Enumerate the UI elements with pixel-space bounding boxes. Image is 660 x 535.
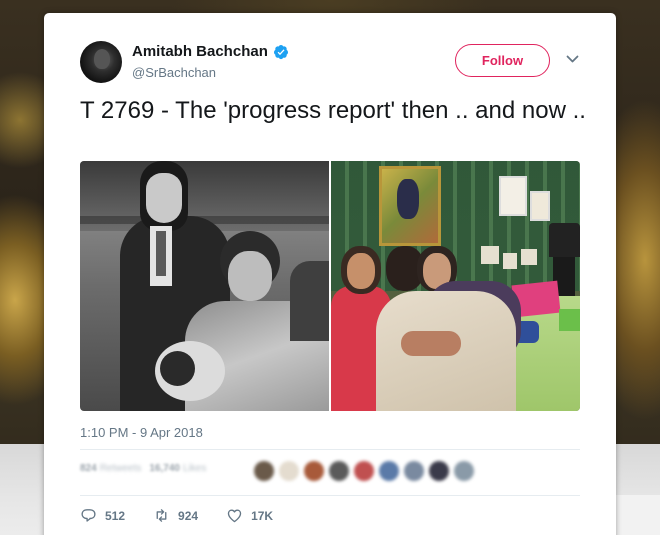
photo-element xyxy=(481,246,499,264)
photo-element xyxy=(530,191,550,221)
liker-avatar[interactable] xyxy=(254,461,274,481)
divider xyxy=(80,495,580,496)
tweet-card: Amitabh Bachchan @SrBachchan Follow T 27… xyxy=(44,13,616,535)
liker-avatar[interactable] xyxy=(429,461,449,481)
like-icon xyxy=(227,509,242,523)
photo-element xyxy=(559,309,580,331)
retweet-count: 924 xyxy=(178,508,199,523)
liker-avatar[interactable] xyxy=(304,461,324,481)
photo-element xyxy=(290,261,329,341)
author-name-row[interactable]: Amitabh Bachchan xyxy=(132,43,289,60)
media-photo-now[interactable] xyxy=(331,161,580,411)
liker-avatar[interactable] xyxy=(354,461,374,481)
tweet-media[interactable] xyxy=(80,161,580,411)
like-button[interactable]: 17K xyxy=(226,507,273,524)
retweets-stat-count[interactable]: 824 xyxy=(80,463,97,474)
reply-count: 512 xyxy=(105,508,126,523)
photo-element xyxy=(146,173,182,223)
retweet-icon xyxy=(156,509,167,522)
photo-element xyxy=(499,176,527,216)
liker-avatar[interactable] xyxy=(404,461,424,481)
page-footer-corner xyxy=(616,495,660,535)
retweets-stat-label[interactable]: Retweets xyxy=(100,463,142,474)
follow-button[interactable]: Follow xyxy=(455,44,550,77)
chevron-down-icon[interactable] xyxy=(566,55,579,64)
photo-element xyxy=(156,231,166,276)
photo-element xyxy=(401,331,461,356)
photo-element xyxy=(549,223,580,257)
reply-icon xyxy=(81,509,96,522)
tweet-timestamp[interactable]: 1:10 PM - 9 Apr 2018 xyxy=(80,425,203,440)
media-photo-then[interactable] xyxy=(80,161,329,411)
retweet-button[interactable]: 924 xyxy=(153,507,198,524)
photo-element xyxy=(347,253,375,289)
photo-element xyxy=(397,179,419,219)
photo-element xyxy=(228,251,272,301)
tweet-actions: 512 924 17K xyxy=(80,507,301,524)
reply-button[interactable]: 512 xyxy=(80,507,125,524)
author-handle[interactable]: @SrBachchan xyxy=(132,65,216,80)
photo-element xyxy=(503,253,517,269)
photo-element xyxy=(521,249,537,265)
tweet-text: T 2769 - The 'progress report' then .. a… xyxy=(80,97,586,124)
avatar[interactable] xyxy=(80,41,122,83)
likes-stat-label[interactable]: Likes xyxy=(183,463,206,474)
like-count: 17K xyxy=(251,508,274,523)
liker-avatars xyxy=(254,461,479,481)
likes-stat-count[interactable]: 16,740 xyxy=(149,463,180,474)
verified-badge-icon xyxy=(273,44,288,59)
liker-avatar[interactable] xyxy=(379,461,399,481)
liker-avatar[interactable] xyxy=(279,461,299,481)
liker-avatar[interactable] xyxy=(329,461,349,481)
divider xyxy=(80,449,580,450)
engagement-stats[interactable]: 824 Retweets 16,740 Likes xyxy=(80,463,214,474)
display-name[interactable]: Amitabh Bachchan xyxy=(132,43,268,60)
liker-avatar[interactable] xyxy=(454,461,474,481)
photo-element xyxy=(160,351,195,386)
